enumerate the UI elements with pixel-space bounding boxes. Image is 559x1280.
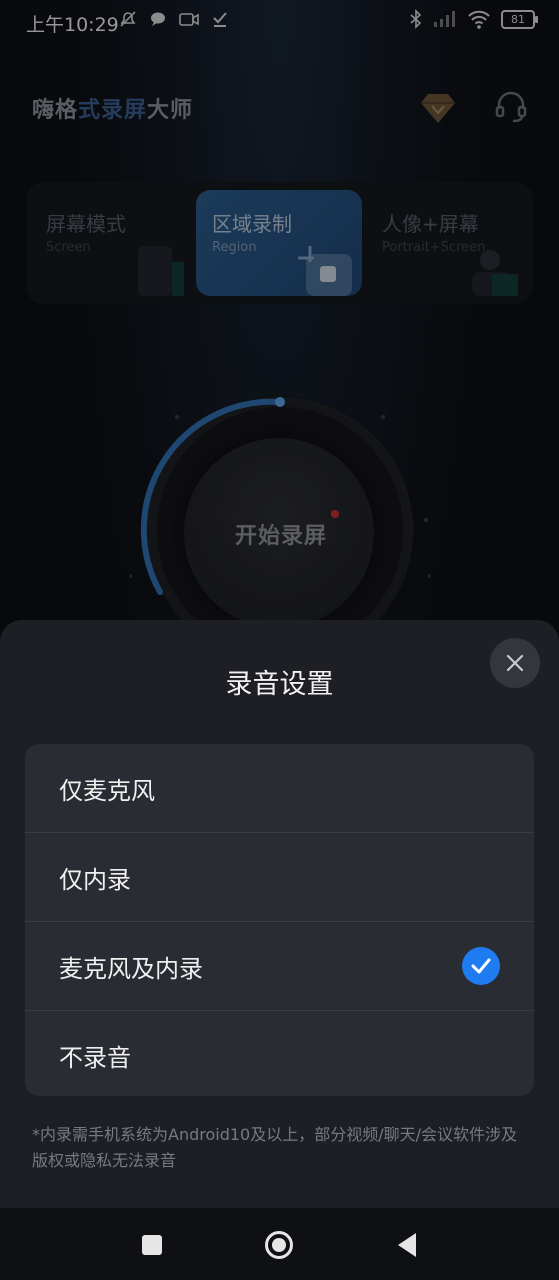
close-icon <box>506 654 524 672</box>
audio-settings-sheet: 录音设置 仅麦克风 仅内录 麦克风及内录 不录音 *内录需手机系统为Androi… <box>0 620 559 1208</box>
recents-button[interactable] <box>137 1230 167 1260</box>
sheet-note: *内录需手机系统为Android10及以上，部分视频/聊天/会议软件涉及版权或隐… <box>32 1125 518 1170</box>
navigation-bar <box>0 1208 559 1280</box>
check-icon <box>462 947 500 985</box>
option-label: 不录音 <box>59 1043 131 1072</box>
option-label: 麦克风及内录 <box>59 954 203 983</box>
option-mic-and-internal[interactable]: 麦克风及内录 <box>25 922 534 1011</box>
home-button[interactable] <box>264 1230 294 1260</box>
back-button[interactable] <box>392 1230 422 1260</box>
option-no-audio[interactable]: 不录音 <box>25 1011 534 1096</box>
square-icon <box>142 1235 162 1255</box>
option-internal-only[interactable]: 仅内录 <box>25 833 534 922</box>
close-button[interactable] <box>490 638 540 688</box>
back-triangle-icon <box>398 1233 416 1257</box>
option-mic-only[interactable]: 仅麦克风 <box>25 744 534 833</box>
sheet-title: 录音设置 <box>225 669 334 700</box>
home-circle-icon <box>265 1231 293 1259</box>
option-label: 仅内录 <box>59 865 131 894</box>
audio-option-list: 仅麦克风 仅内录 麦克风及内录 不录音 <box>25 744 534 1096</box>
option-label: 仅麦克风 <box>59 776 155 805</box>
